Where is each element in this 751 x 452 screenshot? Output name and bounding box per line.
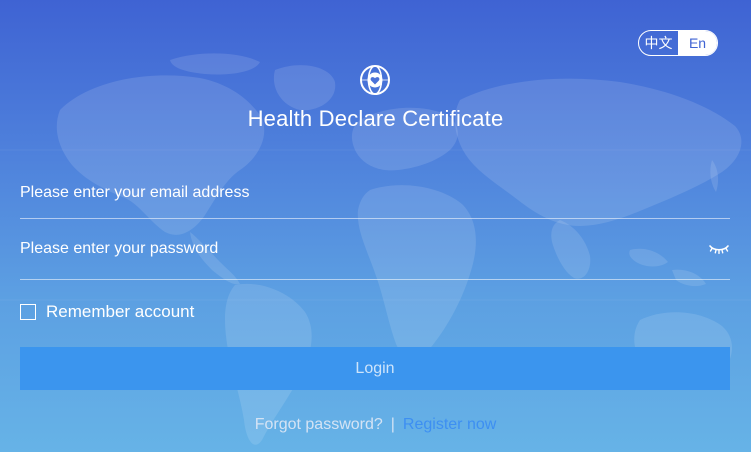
email-input[interactable]: [20, 172, 680, 214]
password-field-container: [20, 228, 730, 280]
footer-links: Forgot password? | Register now: [0, 416, 751, 434]
email-field-container: [20, 172, 730, 219]
eye-closed-icon[interactable]: [708, 239, 730, 257]
remember-label: Remember account: [46, 302, 195, 321]
forgot-password-link[interactable]: Forgot password?: [255, 416, 383, 433]
remember-account-toggle[interactable]: Remember account: [20, 302, 194, 322]
register-now-link[interactable]: Register now: [403, 416, 496, 433]
password-input[interactable]: [20, 228, 680, 270]
page-title: Health Declare Certificate: [247, 106, 504, 131]
remember-checkbox[interactable]: [20, 304, 36, 320]
login-button[interactable]: Login: [20, 347, 730, 390]
link-separator: |: [390, 416, 395, 433]
language-option-chinese[interactable]: 中文: [639, 31, 678, 55]
language-option-english[interactable]: En: [678, 31, 717, 55]
globe-heart-icon: [360, 65, 390, 95]
language-switch[interactable]: 中文 En: [638, 30, 718, 56]
